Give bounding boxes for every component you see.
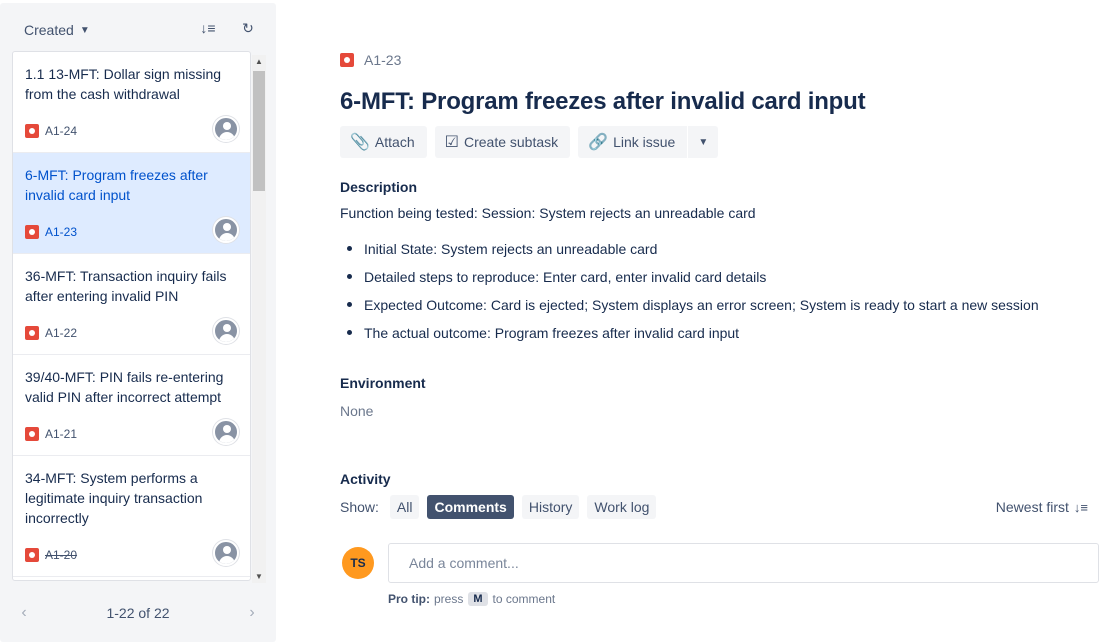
chevron-down-icon: ▼ <box>698 136 709 148</box>
subtask-icon: ☑ <box>444 134 459 151</box>
next-page-icon[interactable]: › <box>240 604 264 622</box>
sort-label: Newest first <box>995 499 1069 515</box>
description-list-item: The actual outcome: Program freezes afte… <box>340 324 1039 352</box>
issue-card-key: A1-24 <box>45 124 78 138</box>
bug-icon <box>25 225 39 239</box>
pagination: ‹ 1-22 of 22 › <box>12 601 264 625</box>
sort-order-icon[interactable]: ↓≡ <box>196 17 220 39</box>
issue-card-key: A1-23 <box>45 225 78 239</box>
issue-card-title: 36-MFT: Transaction inquiry fails after … <box>25 268 227 304</box>
keyboard-shortcut-key: M <box>468 592 488 606</box>
issue-key-breadcrumb[interactable]: A1-23 <box>340 52 401 68</box>
issue-card-title: 6-MFT: Program freezes after invalid car… <box>25 167 208 203</box>
create-subtask-label: Create subtask <box>463 134 559 150</box>
chevron-down-icon: ▼ <box>79 24 90 36</box>
link-issue-button[interactable]: 🔗 Link issue <box>578 126 688 158</box>
more-actions-dropdown[interactable]: ▼ <box>688 126 719 158</box>
unassigned-avatar-icon <box>213 419 239 445</box>
issue-card[interactable]: 1.1 13-MFT: Dollar sign missing from the… <box>13 52 250 153</box>
filter-history-button[interactable]: History <box>521 495 580 519</box>
scroll-down-icon[interactable]: ▼ <box>255 572 263 581</box>
description-list-item: Expected Outcome: Card is ejected; Syste… <box>340 296 1039 324</box>
sort-descending-icon: ↓≡ <box>1073 499 1088 515</box>
pro-tip: Pro tip: press M to comment <box>388 592 555 606</box>
paperclip-icon: 📎 <box>350 134 370 151</box>
bug-icon <box>25 124 39 138</box>
unassigned-avatar-icon <box>213 318 239 344</box>
issue-title[interactable]: 6-MFT: Program freezes after invalid car… <box>340 88 866 116</box>
unassigned-avatar-icon <box>213 217 239 243</box>
issue-card-key: A1-20 <box>45 548 78 562</box>
bug-icon <box>25 326 39 340</box>
pro-tip-text-before: press <box>434 592 464 606</box>
issue-card-title: 39/40-MFT: PIN fails re-entering valid P… <box>25 369 224 405</box>
bug-icon <box>25 427 39 441</box>
activity-filter-row: Show: All Comments History Work log Newe… <box>340 495 1088 519</box>
sort-dropdown[interactable]: Created ▼ <box>24 18 90 42</box>
issue-card[interactable]: 36-MFT: Transaction inquiry fails after … <box>13 254 250 355</box>
pagination-text: 1-22 of 22 <box>106 605 170 621</box>
environment-heading: Environment <box>340 375 426 391</box>
attach-button-label: Attach <box>374 134 415 150</box>
sort-dropdown-label: Created <box>24 22 74 38</box>
attach-button[interactable]: 📎 Attach <box>340 126 427 158</box>
bug-icon <box>340 53 354 67</box>
scroll-thumb[interactable] <box>253 71 265 191</box>
filter-worklog-button[interactable]: Work log <box>587 495 657 519</box>
show-label: Show: <box>340 499 379 515</box>
previous-page-icon[interactable]: ‹ <box>12 604 36 622</box>
issue-card-title: 1.1 13-MFT: Dollar sign missing from the… <box>25 66 222 102</box>
environment-value[interactable]: None <box>340 403 373 419</box>
create-subtask-button[interactable]: ☑ Create subtask <box>434 126 571 158</box>
add-comment-input[interactable]: Add a comment... <box>388 543 1099 583</box>
issue-key: A1-23 <box>364 52 402 68</box>
newest-first-button[interactable]: Newest first ↓≡ <box>996 495 1088 519</box>
issue-card[interactable]: 34-MFT: System performs a legitimate inq… <box>13 456 250 577</box>
issue-list-panel: Created ▼ ↓≡ ↻ 1.1 13-MFT: Dollar sign m… <box>0 3 276 642</box>
issue-list-scrollbar[interactable]: ▲ ▼ <box>252 55 266 583</box>
activity-heading: Activity <box>340 471 391 487</box>
bug-icon <box>25 548 39 562</box>
description-heading: Description <box>340 179 418 195</box>
issue-card-title: 34-MFT: System performs a legitimate inq… <box>25 470 203 526</box>
issue-card-key: A1-22 <box>45 326 78 340</box>
issue-list: 1.1 13-MFT: Dollar sign missing from the… <box>12 51 251 581</box>
issue-card-selected[interactable]: 6-MFT: Program freezes after invalid car… <box>13 153 250 254</box>
refresh-icon[interactable]: ↻ <box>236 17 260 39</box>
description-list: Initial State: System rejects an unreada… <box>340 240 1039 352</box>
pro-tip-text-after: to comment <box>492 592 556 606</box>
unassigned-avatar-icon <box>213 540 239 566</box>
unassigned-avatar-icon <box>213 116 239 142</box>
link-icon: 🔗 <box>588 134 609 151</box>
description-list-item: Initial State: System rejects an unreada… <box>340 240 1039 268</box>
user-avatar: TS <box>342 547 374 579</box>
issue-card-key: A1-21 <box>45 427 78 441</box>
scroll-up-icon[interactable]: ▲ <box>255 57 263 66</box>
filter-comments-button[interactable]: Comments <box>427 495 514 519</box>
description-list-item: Detailed steps to reproduce: Enter card,… <box>340 268 1039 296</box>
issue-toolbar: 📎 Attach ☑ Create subtask 🔗 Link issue ▼ <box>340 126 726 158</box>
issue-card[interactable]: 39/40-MFT: PIN fails re-entering valid P… <box>13 355 250 456</box>
link-issue-label: Link issue <box>613 134 676 150</box>
description-text[interactable]: Function being tested: Session: System r… <box>340 205 756 221</box>
filter-all-button[interactable]: All <box>389 495 420 519</box>
pro-tip-label: Pro tip: <box>388 592 430 606</box>
